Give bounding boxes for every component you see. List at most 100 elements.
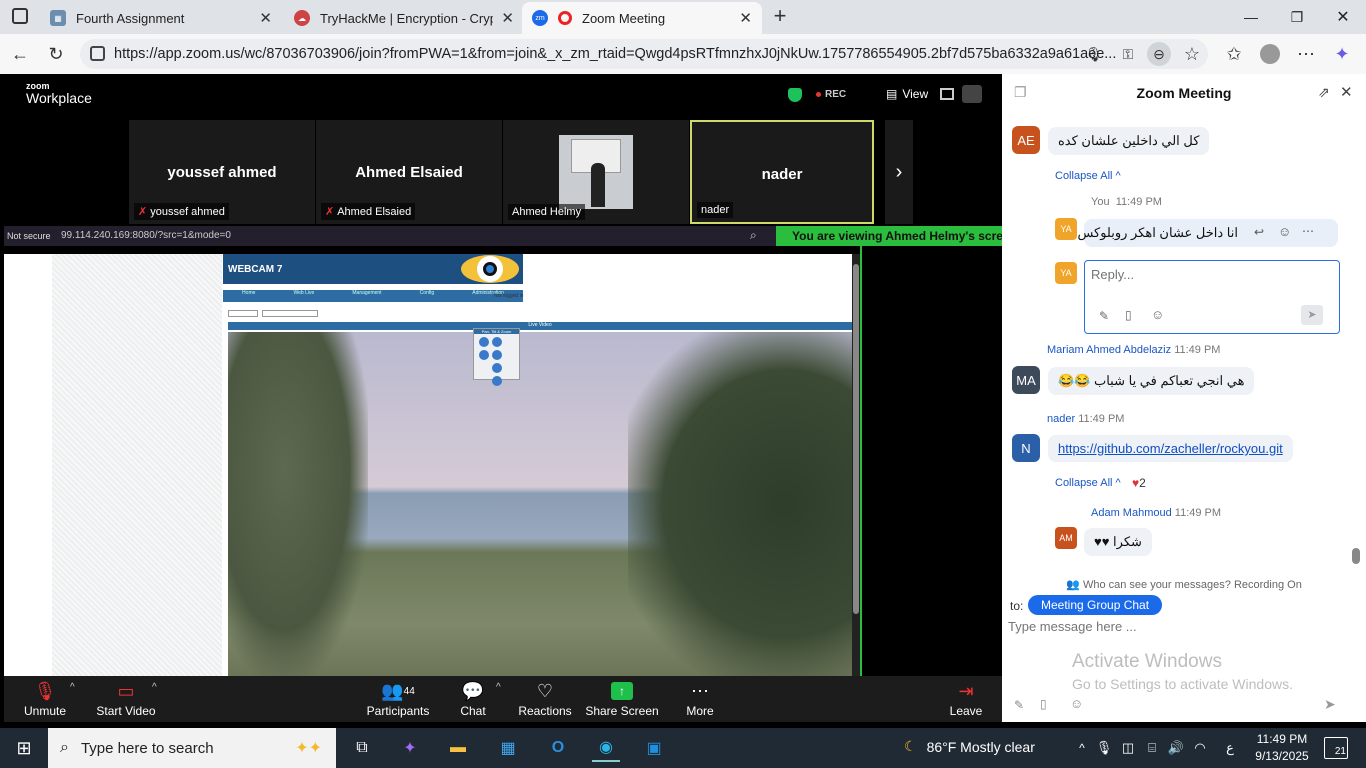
file-explorer-icon[interactable]: ▬ [444,734,472,762]
webcam-menu-item[interactable]: Home [242,290,255,302]
tab-fourth-assignment[interactable]: ▦ Fourth Assignment ✕ [40,2,282,34]
ptz-left-icon[interactable] [492,350,502,360]
ptz-control-panel[interactable]: Pan, Tilt & Zoom [473,328,520,386]
leave-button[interactable]: ⇥ Leave [948,678,984,719]
fullscreen-icon[interactable] [962,85,982,103]
participant-tile[interactable]: Ahmed Elsaied ✗ Ahmed Elsaied [316,120,502,224]
chat-message[interactable]: هي انجي تعباكم في يا شباب 😂😂 [1048,367,1255,395]
url-field[interactable]: https://app.zoom.us/wc/87036703906/join?… [80,39,1208,69]
audio-options-chevron-icon[interactable]: ^ [70,682,75,693]
webcam-select-source[interactable] [228,310,258,317]
participant-tile-active[interactable]: nader nader [690,120,874,224]
message-input[interactable] [1008,619,1348,634]
webcam-menu-item[interactable]: Config [420,290,434,302]
webcam-menu-item[interactable]: Management [352,290,381,302]
favorites-icon[interactable]: ✩ [1222,42,1246,66]
ptz-right-icon[interactable] [492,363,502,373]
send-icon[interactable]: ➤ [1324,696,1336,713]
file-icon[interactable]: ▯ [1125,308,1132,322]
view-button[interactable]: ▤ View [886,87,928,101]
taskbar-search-box[interactable]: ⌕ Type here to search ✦✦ [48,728,336,768]
emoji-icon[interactable]: ☺ [1070,696,1083,711]
task-view-icon[interactable]: ⧉ [348,734,376,762]
participant-tile[interactable]: Ahmed Helmy [503,120,689,224]
format-icon[interactable]: ✎ [1099,309,1109,323]
microphone-icon[interactable]: 🎙 [1082,42,1106,66]
clock[interactable]: 11:49 PM 9/13/2025 [1250,731,1314,765]
site-info-icon[interactable] [90,46,105,61]
chat-scrollbar[interactable] [1352,548,1360,564]
send-icon[interactable]: ➤ [1301,305,1323,325]
windows-start-icon[interactable]: ⊞ [10,734,38,762]
more-menu-icon[interactable]: ⋯ [1294,42,1318,66]
format-icon[interactable]: ✎ [1014,698,1024,712]
file-icon[interactable]: ▯ [1040,697,1047,711]
more-button[interactable]: ⋯ More [684,678,716,719]
ptz-down-icon[interactable] [492,376,502,386]
pip-icon[interactable] [940,88,954,100]
chat-message[interactable]: شكرا ♥♥ [1084,528,1152,556]
ptz-center-icon[interactable] [479,363,489,373]
next-page-button[interactable]: › [885,120,913,224]
collapse-all-link[interactable]: Collapse All ^ [1055,477,1121,489]
microsoft-store-icon[interactable]: ▦ [494,734,522,762]
ptz-up-icon[interactable] [479,350,489,360]
participants-button[interactable]: 👥 44 Participants [367,678,430,719]
share-screen-button[interactable]: ↑ Share Screen [585,678,659,718]
favorite-star-icon[interactable]: ☆ [1180,42,1204,66]
tab-actions-icon[interactable] [12,8,28,24]
shield-icon[interactable] [788,88,802,102]
tab-tryhackme[interactable]: ☁ TryHackMe | Encryption - Crypto ✕ [284,2,524,34]
pop-out-icon[interactable]: ⇗ [1318,84,1330,101]
visibility-notice[interactable]: 👥 Who can see your messages? Recording O… [1002,578,1366,591]
chat-button[interactable]: 💬 Chat [456,678,490,719]
video-options-chevron-icon[interactable]: ^ [152,682,157,693]
edge-icon[interactable]: ◉ [592,734,620,762]
chat-message[interactable]: https://github.com/zacheller/rockyou.git [1048,435,1293,462]
chat-options-chevron-icon[interactable]: ^ [496,682,501,693]
close-window-button[interactable]: ✕ [1320,0,1366,34]
reactions-button[interactable]: ♡ Reactions [518,678,571,719]
notification-center[interactable]: 21 [1324,737,1348,759]
wifi-tray-icon[interactable]: ◠ [1186,734,1214,762]
emoji-icon[interactable]: ☺ [1151,307,1164,322]
ptz-up-icon[interactable] [492,337,502,347]
copilot-icon[interactable]: ✦ [1330,42,1354,66]
copilot-app-icon[interactable]: ✦ [396,734,424,762]
tab-zoom-meeting[interactable]: zm Zoom Meeting ✕ [522,2,762,34]
reaction-badge[interactable]: ♥2 [1132,476,1146,490]
zoom-out-icon[interactable]: ⊖ [1147,42,1171,66]
close-tab-icon[interactable]: ✕ [259,9,272,27]
profile-avatar[interactable] [1258,42,1282,66]
reply-input[interactable] [1091,267,1321,282]
app-icon[interactable]: ▣ [640,734,668,762]
reply-icon[interactable]: ↩ [1254,225,1264,239]
refresh-button[interactable]: ↻ [44,42,68,66]
key-icon[interactable]: ⚿ [1116,42,1140,66]
collapse-all-link[interactable]: Collapse All ^ [1055,170,1121,182]
message-more-icon[interactable]: ⋯ [1302,224,1314,238]
language-indicator[interactable]: ع [1216,734,1244,762]
close-tab-icon[interactable]: ✕ [501,9,514,27]
page-scrollbar[interactable] [852,254,860,676]
outlook-icon[interactable]: O [544,734,572,762]
participant-tile[interactable]: youssef ahmed ✗ youssef ahmed [129,120,315,224]
unmute-button[interactable]: 🎙 Unmute [24,678,66,719]
new-tab-button[interactable]: + [768,3,792,28]
ptz-up-icon[interactable] [479,337,489,347]
rec-indicator[interactable]: REC [816,89,846,100]
back-button[interactable]: ← [8,42,32,66]
close-chat-icon[interactable]: ✕ [1340,83,1353,101]
emoji-react-icon[interactable]: ☺ [1278,224,1291,239]
start-video-button[interactable]: ▭ Start Video [96,678,155,719]
webcam-select-mode[interactable] [262,310,318,317]
chat-message[interactable]: كل الي داخلين علشان كده [1048,127,1210,155]
close-tab-icon[interactable]: ✕ [739,9,752,27]
minimize-button[interactable]: — [1228,0,1274,34]
recipient-dropdown[interactable]: Meeting Group Chat [1028,595,1163,615]
webcam-menu-item[interactable]: Web Live [294,290,315,302]
message-link[interactable]: https://github.com/zacheller/rockyou.git [1058,441,1283,456]
maximize-button[interactable]: ❐ [1274,0,1320,34]
chat-message[interactable]: انا داخل عشان اهكر روبلوكس [1077,219,1338,247]
weather-widget[interactable]: ☾ 86°F Mostly clear [904,738,1035,755]
